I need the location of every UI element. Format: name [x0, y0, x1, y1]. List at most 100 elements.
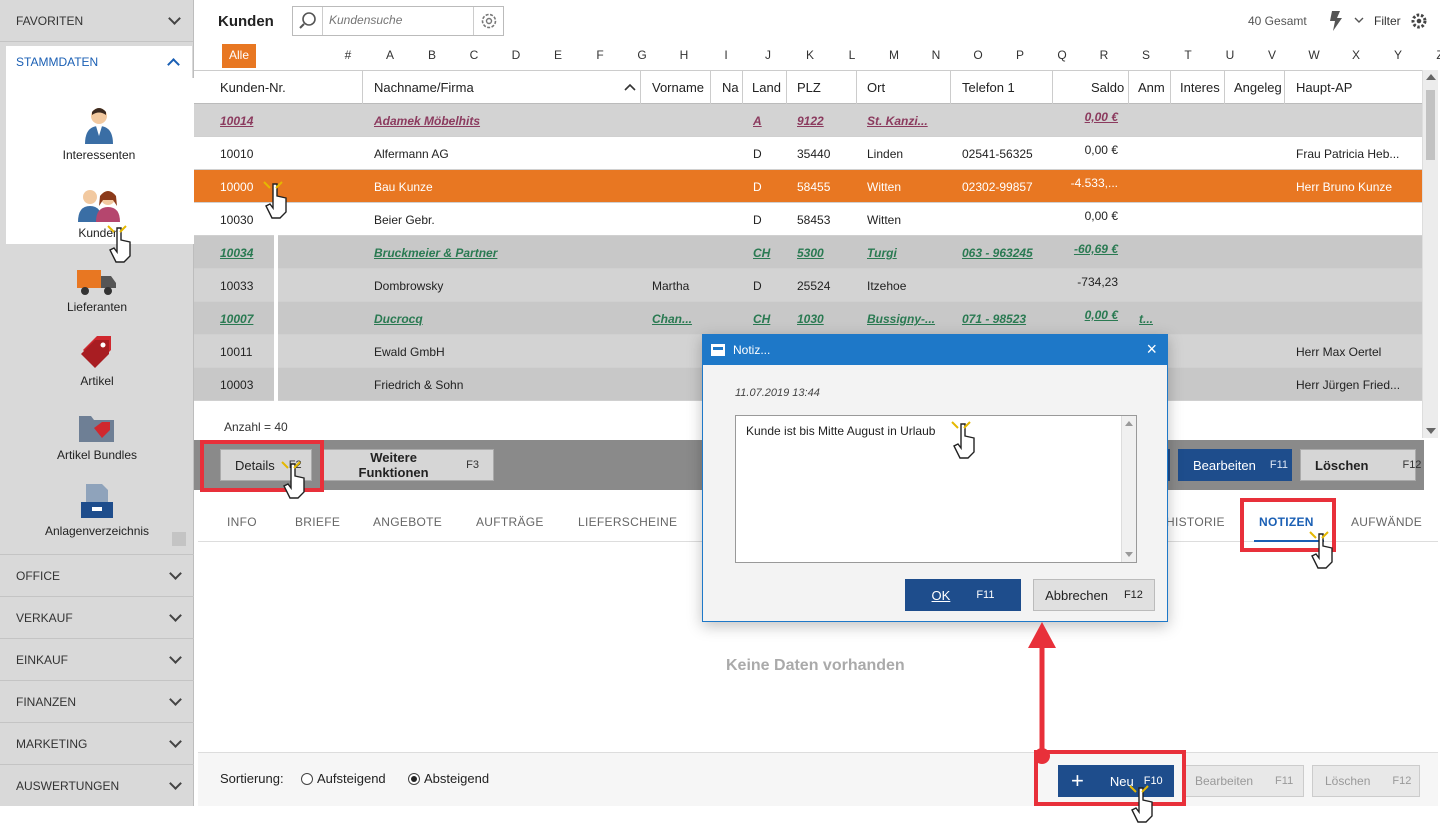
alphabet-filter-letter[interactable]: S [1136, 48, 1156, 62]
search-input[interactable] [329, 13, 469, 27]
table-row[interactable]: 10014 Adamek Möbelhits A 9122 St. Kanzi... 0,… [194, 104, 1422, 137]
alphabet-filter-letter[interactable]: A [380, 48, 400, 62]
column-header[interactable]: PLZ [797, 80, 821, 95]
weitere-funktionen-button[interactable]: Weitere Funktionen F3 [320, 449, 494, 481]
scroll-down-icon[interactable] [1426, 428, 1436, 434]
scroll-up-icon[interactable] [1125, 421, 1133, 426]
table-row[interactable]: 10030 Beier Gebr. D 58453 Witten 0,00 € [194, 203, 1422, 236]
sidebar-item-kunden[interactable]: Kunden [6, 188, 192, 240]
sidebar-section-auswertungen[interactable]: AUSWERTUNGEN [0, 764, 194, 806]
alphabet-filter-letter[interactable]: D [506, 48, 526, 62]
alphabet-filter-letter[interactable]: N [926, 48, 946, 62]
notiz-bearbeiten-button[interactable]: Bearbeiten F11 [1182, 765, 1304, 797]
ok-button[interactable]: OK F11 [905, 579, 1021, 611]
tab-angebote[interactable]: ANGEBOTE [373, 515, 442, 529]
scroll-down-icon[interactable] [1125, 552, 1133, 557]
sidebar-section-marketing[interactable]: MARKETING [0, 722, 194, 764]
tab-aufwaende[interactable]: AUFWÄNDE [1351, 515, 1422, 529]
column-header[interactable]: Interes [1180, 80, 1220, 95]
search-icon[interactable] [293, 7, 323, 35]
alphabet-filter-letter[interactable]: Y [1388, 48, 1408, 62]
loeschen-button[interactable]: Löschen F12 [1300, 449, 1421, 481]
alphabet-filter-letter[interactable]: L [842, 48, 862, 62]
close-icon[interactable]: × [1146, 340, 1157, 358]
sort-ascending-radio[interactable]: Aufsteigend [301, 771, 386, 786]
tab-historie[interactable]: HISTORIE [1166, 515, 1225, 529]
sidebar-item-anlagenverzeichnis[interactable]: Anlagenverzeichnis [4, 484, 190, 538]
alphabet-filter-letter[interactable]: I [716, 48, 736, 62]
alphabet-filter-letter[interactable]: T [1178, 48, 1198, 62]
alphabet-filter-letter[interactable]: U [1220, 48, 1240, 62]
details-button[interactable]: Details F2 [220, 449, 312, 481]
notiz-loeschen-button[interactable]: Löschen F12 [1312, 765, 1420, 797]
column-header[interactable]: Haupt-AP [1296, 80, 1352, 95]
table-scrollbar[interactable] [1422, 70, 1438, 438]
sidebar-section-verkauf[interactable]: VERKAUF [0, 596, 194, 638]
column-header[interactable]: Ort [867, 80, 885, 95]
sidebar-section-office[interactable]: OFFICE [0, 554, 194, 596]
column-header[interactable]: Nachname/Firma [374, 80, 474, 95]
sidebar-scroll-button[interactable] [172, 532, 186, 546]
settings-gear-icon[interactable] [1410, 12, 1428, 30]
alphabet-filter-letter[interactable]: X [1346, 48, 1366, 62]
alphabet-filter-letter[interactable]: H [674, 48, 694, 62]
alphabet-filter-letter[interactable]: # [338, 48, 358, 62]
alphabet-filter-letter[interactable]: O [968, 48, 988, 62]
alphabet-filter-letter[interactable]: G [632, 48, 652, 62]
alphabet-filter-letter[interactable]: P [1010, 48, 1030, 62]
radio-indicator[interactable] [301, 772, 313, 785]
column-header[interactable]: Land [752, 80, 781, 95]
alphabet-filter-letter[interactable]: Z [1430, 48, 1440, 62]
tab-info[interactable]: INFO [227, 515, 257, 529]
column-header[interactable]: Anm [1138, 80, 1165, 95]
table-row[interactable]: 10033 Dombrowsky Martha D 25524 Itzehoe -734,2… [194, 269, 1422, 302]
sidebar-section-einkauf[interactable]: EINKAUF [0, 638, 194, 680]
alphabet-filter-all[interactable]: Alle [222, 44, 256, 68]
sidebar-item-interessenten[interactable]: Interessenten [6, 106, 192, 162]
table-row[interactable]: 10034 Bruckmeier & Partner CH 5300 Turgi 063 … [194, 236, 1422, 269]
column-header[interactable]: Telefon 1 [962, 80, 1015, 95]
radio-indicator[interactable] [408, 772, 420, 785]
gear-icon[interactable] [473, 7, 503, 35]
sidebar-section-favoriten[interactable]: FAVORITEN [0, 0, 193, 42]
alphabet-filter-letter[interactable]: F [590, 48, 610, 62]
column-header[interactable]: Saldo [1091, 80, 1124, 95]
table-row[interactable]: 10007 Ducrocq Chan... CH 1030 Bussigny-... 071… [194, 302, 1422, 335]
alphabet-filter-letter[interactable]: E [548, 48, 568, 62]
column-header[interactable]: Angeleg [1234, 80, 1282, 95]
scroll-up-icon[interactable] [1426, 74, 1436, 80]
sidebar-item-artikel-bundles[interactable]: Artikel Bundles [4, 412, 190, 462]
sidebar-item-lieferanten[interactable]: Lieferanten [4, 266, 190, 314]
bearbeiten-button[interactable]: Bearbeiten F11 [1178, 449, 1292, 481]
note-textarea[interactable]: Kunde ist bis Mitte August in Urlaub [735, 415, 1137, 563]
column-header[interactable]: Na [722, 80, 739, 95]
alphabet-filter-letter[interactable]: V [1262, 48, 1282, 62]
truck-icon [77, 270, 116, 295]
sidebar-section-stammdaten[interactable]: STAMMDATEN [6, 46, 192, 78]
scroll-thumb[interactable] [1426, 90, 1435, 160]
sidebar-item-artikel[interactable]: Artikel [4, 334, 190, 388]
neu-button[interactable]: + Neu F10 [1058, 765, 1174, 797]
alphabet-filter-letter[interactable]: C [464, 48, 484, 62]
sidebar-section-finanzen[interactable]: FINANZEN [0, 680, 194, 722]
alphabet-filter-letter[interactable]: Q [1052, 48, 1072, 62]
column-header[interactable]: Vorname [652, 80, 704, 95]
table-row[interactable]: 10000 Bau Kunze D 58455 Witten 02302-99857 -4.… [194, 170, 1422, 203]
table-row[interactable]: 10010 Alfermann AG D 35440 Linden 02541-56325… [194, 137, 1422, 170]
column-chooser-icon[interactable] [1326, 8, 1366, 34]
sort-descending-radio[interactable]: Absteigend [408, 771, 489, 786]
alphabet-filter-letter[interactable]: M [884, 48, 904, 62]
textarea-scrollbar[interactable] [1121, 416, 1136, 562]
alphabet-filter-letter[interactable]: K [800, 48, 820, 62]
tab-notizen[interactable]: NOTIZEN [1259, 515, 1314, 529]
tab-auftraege[interactable]: AUFTRÄGE [476, 515, 544, 529]
cancel-button[interactable]: Abbrechen F12 [1033, 579, 1155, 611]
tab-lieferscheine[interactable]: LIEFERSCHEINE [578, 515, 677, 529]
alphabet-filter-letter[interactable]: R [1094, 48, 1114, 62]
alphabet-filter-letter[interactable]: J [758, 48, 778, 62]
tab-briefe[interactable]: BRIEFE [295, 515, 340, 529]
alphabet-filter-letter[interactable]: B [422, 48, 442, 62]
column-header[interactable]: Kunden-Nr. [220, 80, 286, 95]
alphabet-filter-letter[interactable]: W [1304, 48, 1324, 62]
filter-button[interactable]: Filter [1374, 14, 1401, 28]
